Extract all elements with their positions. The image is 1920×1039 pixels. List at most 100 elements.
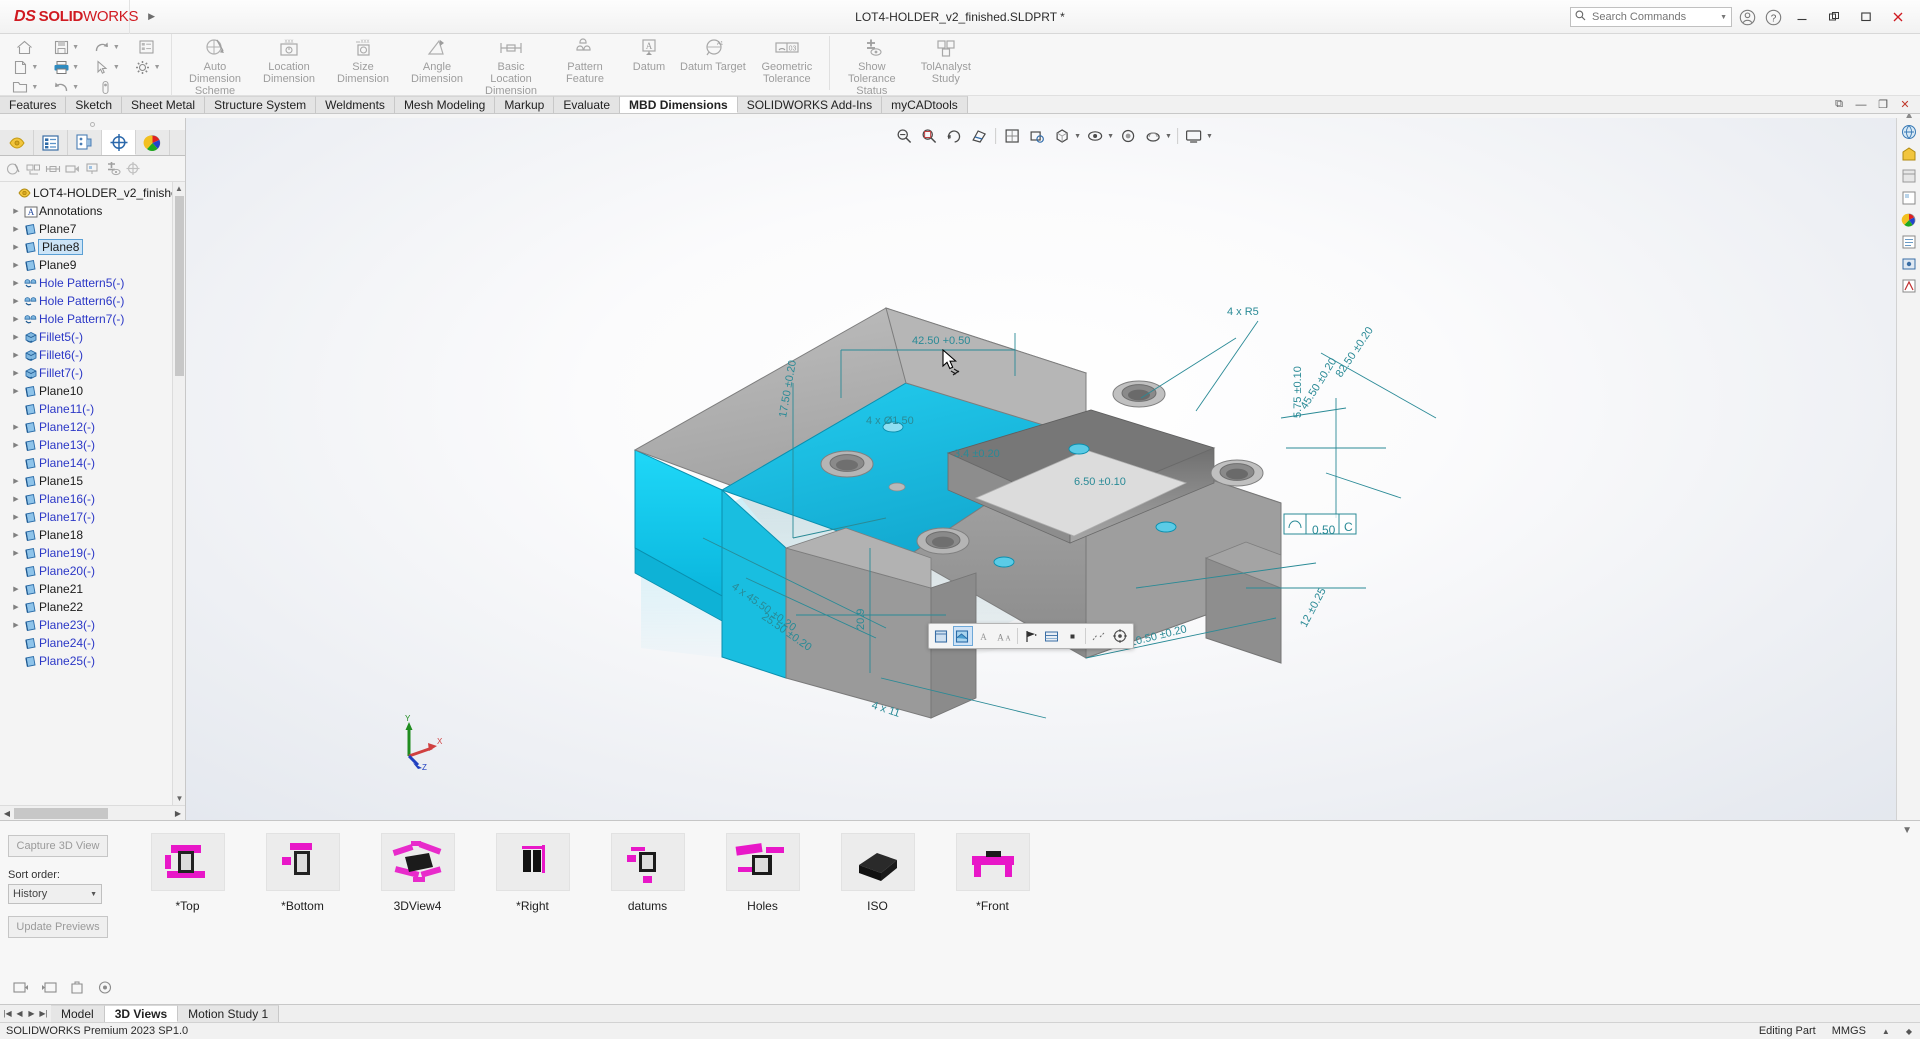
dimension-icon[interactable]	[1089, 626, 1109, 646]
export-3d-view-icon[interactable]	[40, 978, 58, 996]
expand-arrow-icon[interactable]: ▶	[10, 297, 22, 305]
context-popup-toolbar[interactable]: A AA	[928, 623, 1134, 649]
show-tolerance-status-icon[interactable]	[24, 160, 42, 178]
3d-view-card[interactable]: 3DView4	[360, 829, 475, 993]
3d-view-thumbnail[interactable]	[840, 833, 915, 891]
show-hidden-edges-icon[interactable]	[932, 626, 952, 646]
search-commands-box[interactable]: ▼	[1570, 7, 1732, 27]
tab-mesh-modeling[interactable]: Mesh Modeling	[394, 96, 496, 113]
expand-arrow-icon[interactable]: ▶	[10, 549, 22, 557]
expand-arrow-icon[interactable]: ▶	[10, 207, 22, 215]
datum-target-button[interactable]: A1 Datum Target	[676, 34, 750, 73]
print-button[interactable]: ▼	[45, 57, 86, 77]
basic-location-dimension-icon[interactable]	[44, 160, 62, 178]
hscroll-left-icon[interactable]: ◀	[0, 809, 14, 818]
tree-node[interactable]: Plane11(-)	[0, 400, 185, 418]
new-dropdown-icon[interactable]: ▼	[31, 64, 38, 71]
minimize-window-button[interactable]	[1788, 2, 1816, 32]
3d-view-thumbnail[interactable]	[380, 833, 455, 891]
tab-weldments[interactable]: Weldments	[316, 96, 395, 113]
expand-arrow-icon[interactable]: ▶	[10, 333, 22, 341]
flag-note-icon[interactable]	[1021, 626, 1041, 646]
target-icon[interactable]	[1110, 626, 1130, 646]
expand-arrow-icon[interactable]: ▶	[10, 441, 22, 449]
section-view-icon[interactable]	[968, 125, 990, 147]
pattern-feature-button[interactable]: Pattern Feature	[548, 34, 622, 85]
open-dropdown-icon[interactable]: ▼	[31, 84, 38, 91]
expand-arrow-icon[interactable]: ▶	[10, 351, 22, 359]
user-account-icon[interactable]	[1736, 6, 1758, 28]
sort-order-select[interactable]: History ▼	[8, 884, 102, 904]
display-style-icon[interactable]	[1051, 125, 1073, 147]
tree-node[interactable]: ▶ Plane12(-)	[0, 418, 185, 436]
expand-arrow-icon[interactable]: ▶	[10, 477, 22, 485]
3d-view-card[interactable]: datums	[590, 829, 705, 993]
restore-pane-icon[interactable]: ⧉	[1832, 98, 1846, 111]
redo-dropdown-icon[interactable]: ▼	[113, 44, 120, 51]
nav-prev-icon[interactable]: ◀	[14, 1009, 25, 1018]
view-orientation-icon[interactable]	[1001, 125, 1023, 147]
bottom-tab-3d-views[interactable]: 3D Views	[104, 1005, 179, 1022]
dimxpert-icon[interactable]	[124, 160, 142, 178]
zoom-to-fit-icon[interactable]	[893, 125, 915, 147]
3d-view-thumbnail[interactable]	[955, 833, 1030, 891]
view-palette-icon[interactable]	[1899, 188, 1919, 208]
print-dropdown-icon[interactable]: ▼	[72, 64, 79, 71]
apply-scene-icon[interactable]	[1142, 125, 1164, 147]
expand-arrow-icon[interactable]: ▶	[10, 621, 22, 629]
magnified-view-icon[interactable]	[1026, 125, 1048, 147]
show-tolerance-status-button[interactable]: Show Tolerance Status	[835, 34, 909, 97]
help-icon[interactable]: ?	[1762, 6, 1784, 28]
close-window-button[interactable]	[1884, 2, 1912, 32]
zoom-to-area-icon[interactable]	[918, 125, 940, 147]
dimxpert-manager-tab[interactable]	[102, 130, 136, 155]
tree-node[interactable]: ▶ Plane17(-)	[0, 508, 185, 526]
3d-view-card[interactable]: ISO	[820, 829, 935, 993]
save-dropdown-icon[interactable]: ▼	[72, 44, 79, 51]
expand-arrow-icon[interactable]: ▶	[10, 603, 22, 611]
tree-node[interactable]: ▶ Plane23(-)	[0, 616, 185, 634]
close-pane-icon[interactable]: ✕	[1898, 98, 1912, 111]
maximize-pane-icon[interactable]: ❐	[1876, 98, 1890, 111]
open-button[interactable]: ▼	[4, 77, 45, 97]
tree-node[interactable]: ▶ Fillet6(-)	[0, 346, 185, 364]
restore-window-button[interactable]	[1820, 2, 1848, 32]
tree-node[interactable]: ▶ Hole Pattern5(-)	[0, 274, 185, 292]
tree-node[interactable]: ▶ Plane15	[0, 472, 185, 490]
tree-node[interactable]: ▶ Plane8	[0, 238, 185, 256]
tree-node[interactable]: Plane24(-)	[0, 634, 185, 652]
datum-icon[interactable]	[84, 160, 102, 178]
font-size-icon[interactable]: AA	[994, 626, 1014, 646]
maximize-window-button[interactable]	[1852, 2, 1880, 32]
expand-arrow-icon[interactable]: ▶	[10, 225, 22, 233]
tree-node[interactable]: ▶ A Annotations	[0, 202, 185, 220]
search-input[interactable]	[1590, 10, 1698, 24]
expand-arrow-icon[interactable]: ▶	[10, 423, 22, 431]
hide-show-items-icon[interactable]	[1084, 125, 1106, 147]
update-previews-button[interactable]: Update Previews	[8, 916, 108, 938]
3d-view-thumbnail[interactable]	[265, 833, 340, 891]
tree-node[interactable]: ▶ Plane10	[0, 382, 185, 400]
appearances-scenes-icon[interactable]	[1899, 210, 1919, 230]
tree-node[interactable]: ▶ Fillet7(-)	[0, 364, 185, 382]
capture-3d-view-button[interactable]: Capture 3D View	[8, 835, 108, 857]
3d-view-thumbnail[interactable]	[610, 833, 685, 891]
solidworks-logo[interactable]: DS SOLID WORKS ▶	[0, 0, 155, 34]
view-settings-dropdown-icon[interactable]: ▼	[1206, 133, 1213, 140]
expand-arrow-icon[interactable]: ▶	[10, 585, 22, 593]
scroll-up-icon[interactable]: ▲	[173, 182, 185, 195]
undo-dropdown-icon[interactable]: ▼	[72, 84, 79, 91]
redo-button[interactable]: ▼	[86, 37, 127, 57]
geometric-tolerance-button[interactable]: 03 Geometric Tolerance	[750, 34, 824, 85]
tree-node[interactable]: ▶ Plane21	[0, 580, 185, 598]
solidworks-resources-icon[interactable]	[1899, 122, 1919, 142]
custom-properties-icon[interactable]	[1899, 232, 1919, 252]
minimize-pane-icon[interactable]: —	[1854, 99, 1868, 111]
tree-node[interactable]: ▶ Fillet5(-)	[0, 328, 185, 346]
properties-3d-view-icon[interactable]	[96, 978, 114, 996]
3d-view-card[interactable]: *Bottom	[245, 829, 360, 993]
auto-dimension-scheme-button[interactable]: Auto Dimension Scheme	[178, 34, 252, 97]
options-dropdown-icon[interactable]: ▼	[154, 64, 161, 71]
bottom-tab-model[interactable]: Model	[51, 1005, 105, 1022]
point-icon[interactable]	[1063, 626, 1083, 646]
